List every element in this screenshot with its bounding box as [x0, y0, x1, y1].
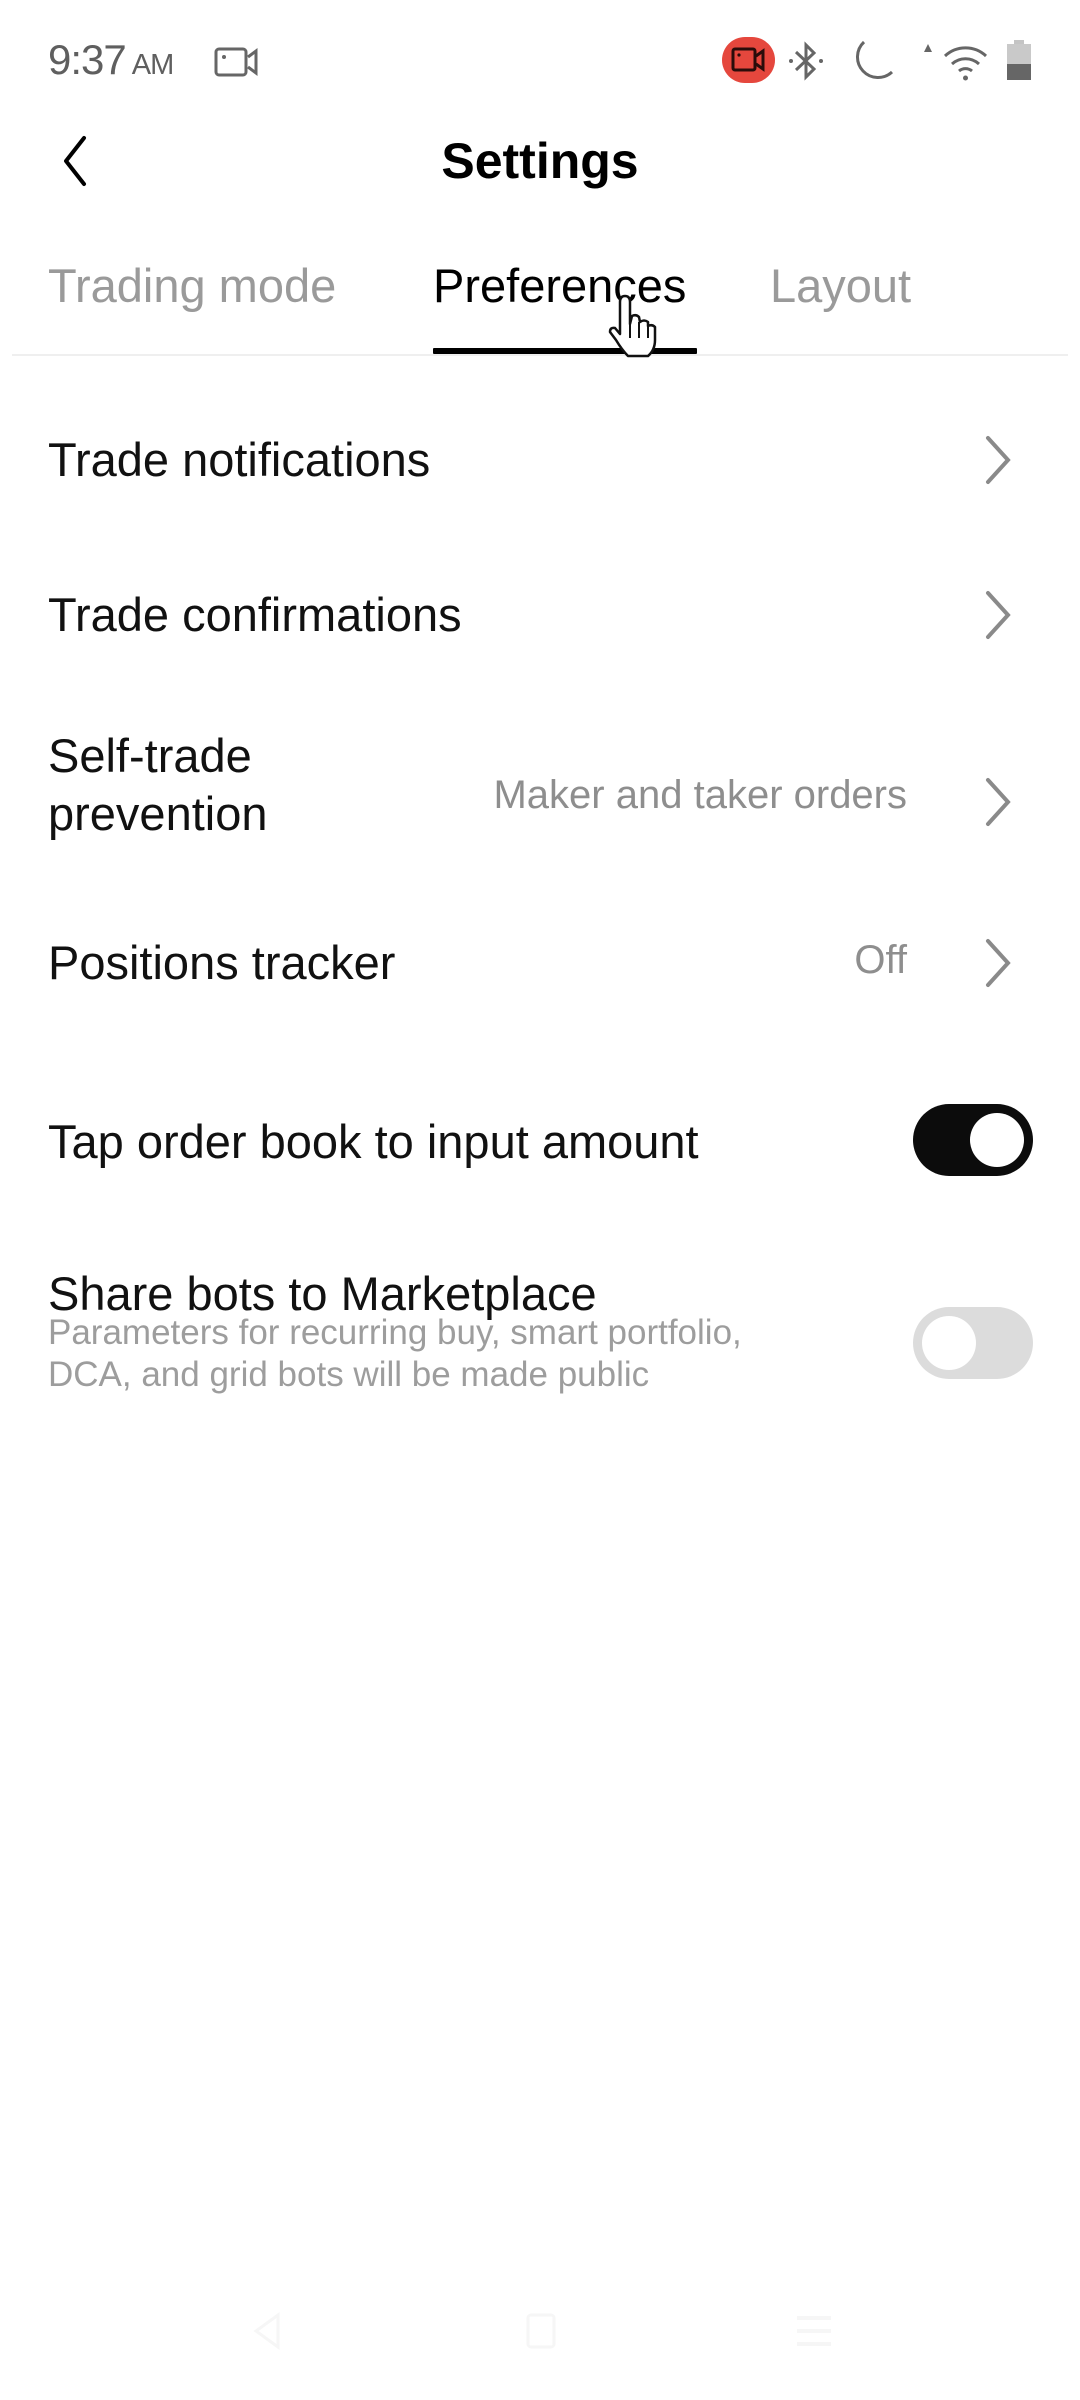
battery-icon	[1006, 40, 1032, 80]
chevron-right-icon	[982, 434, 1014, 486]
setting-label: Trade confirmations	[48, 588, 462, 641]
wifi-icon	[920, 38, 990, 84]
tabs-divider	[12, 354, 1068, 356]
setting-label: Self-trade prevention	[48, 727, 268, 843]
status-time: 9:37 AM	[48, 36, 174, 84]
status-time-ampm: AM	[131, 49, 174, 81]
tab-trading-mode[interactable]: Trading mode	[48, 258, 336, 313]
setting-row-self-trade-prevention[interactable]: Self-trade prevention Maker and taker or…	[0, 710, 1080, 865]
description-line1: Parameters for recurring buy, smart port…	[48, 1313, 742, 1352]
recents-nav-icon[interactable]	[793, 2312, 835, 2350]
screen-record-icon	[214, 46, 260, 78]
toggle-knob	[970, 1113, 1024, 1167]
page-title: Settings	[441, 133, 639, 189]
bluetooth-icon	[788, 38, 824, 84]
setting-value: Off	[854, 938, 907, 982]
setting-row-trade-confirmations[interactable]: Trade confirmations	[0, 550, 1080, 680]
setting-description-share-bots: Parameters for recurring buy, smart port…	[48, 1312, 848, 1396]
home-nav-icon[interactable]	[520, 2312, 562, 2350]
setting-label: Positions tracker	[48, 936, 396, 989]
back-nav-icon[interactable]	[246, 2312, 288, 2350]
toggle-tap-order-book[interactable]	[913, 1104, 1033, 1176]
setting-label-line2: prevention	[48, 787, 268, 840]
tab-layout[interactable]: Layout	[770, 258, 911, 313]
setting-row-positions-tracker[interactable]: Positions tracker Off	[0, 900, 1080, 1030]
description-line2: DCA, and grid bots will be made public	[48, 1355, 650, 1394]
setting-label-line1: Self-trade	[48, 729, 252, 782]
do-not-disturb-icon	[850, 38, 896, 84]
setting-label: Trade notifications	[48, 433, 431, 486]
hand-pointer-cursor-icon	[606, 294, 666, 360]
chevron-right-icon	[982, 937, 1014, 989]
chevron-right-icon	[982, 589, 1014, 641]
recording-indicator-icon	[722, 37, 775, 83]
setting-label-tap-order-book: Tap order book to input amount	[48, 1115, 699, 1168]
setting-row-trade-notifications[interactable]: Trade notifications	[0, 395, 1080, 525]
toggle-share-bots[interactable]	[913, 1307, 1033, 1379]
status-time-value: 9:37	[48, 36, 127, 83]
setting-value: Maker and taker orders	[493, 773, 907, 817]
toggle-knob	[922, 1316, 976, 1370]
chevron-right-icon	[982, 776, 1014, 828]
